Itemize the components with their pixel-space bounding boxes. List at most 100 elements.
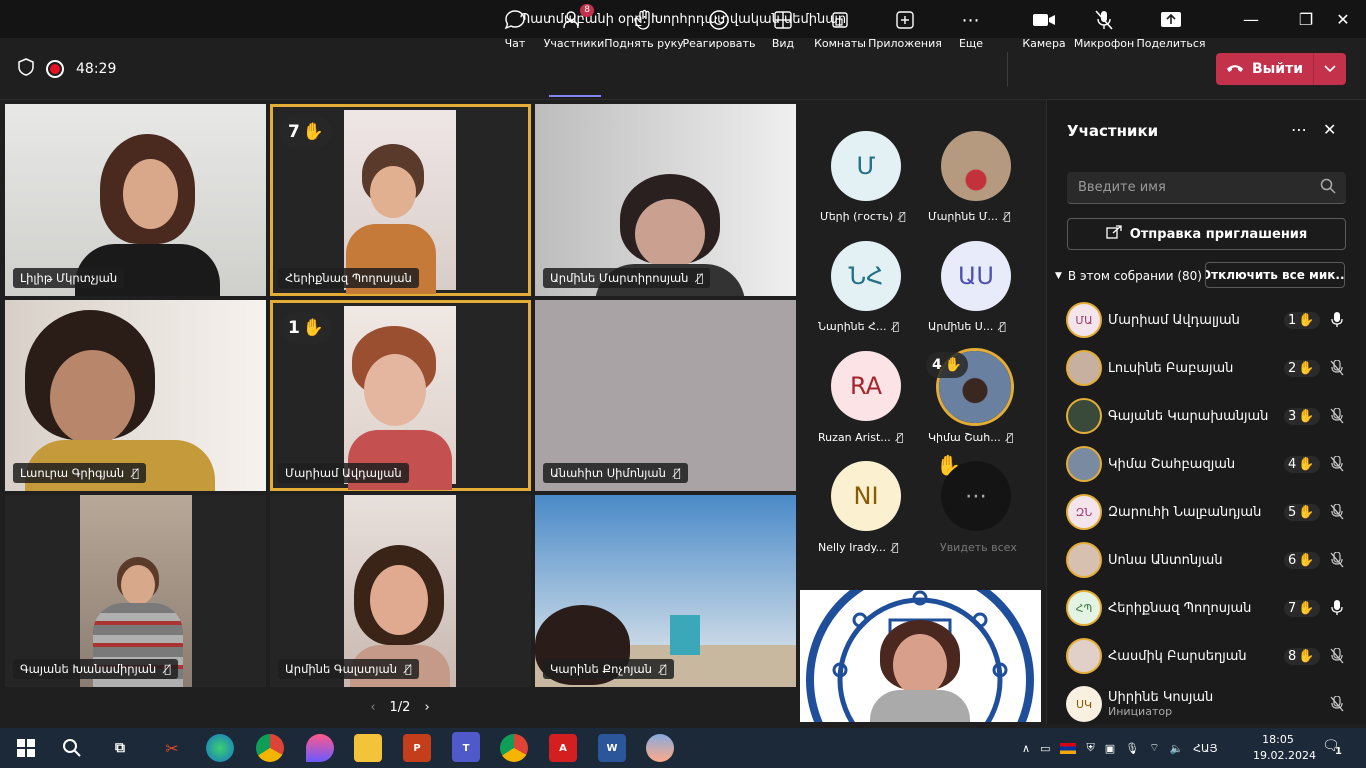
- video-tile[interactable]: Լաուրա Գրիգյան 🎙̸: [5, 300, 266, 491]
- paint-palette-icon[interactable]: [646, 734, 674, 762]
- chat-button[interactable]: Чат: [482, 8, 548, 54]
- flag-icon: [1060, 742, 1077, 754]
- share-icon: [1160, 8, 1182, 32]
- video-tile[interactable]: 7 ✋ Հերիքնազ Պողոսյան: [270, 104, 531, 296]
- video-tile[interactable]: Գայանե Խանամիրյան 🎙̸: [5, 495, 266, 687]
- raised-hand-badge: 7 ✋: [280, 116, 333, 148]
- microphone-button[interactable]: Микрофон: [1071, 8, 1137, 54]
- avatar: [1066, 398, 1102, 434]
- raise-hand-button[interactable]: Поднять руку: [604, 8, 684, 54]
- wifi-icon[interactable]: ⌔: [1149, 741, 1159, 755]
- microphone-icon[interactable]: 🎙: [1125, 742, 1139, 755]
- edge-icon[interactable]: [206, 734, 234, 762]
- mic-off-icon: [1330, 696, 1344, 712]
- network-icon[interactable]: ▭: [1040, 742, 1050, 755]
- participants-button[interactable]: 8 Участники: [541, 4, 607, 54]
- language-indicator[interactable]: ՀԱՅ: [1193, 742, 1217, 755]
- windows-taskbar: ⧉ ✂ P T A W ∧ ▭ ⛨ ▣ 🎙 ⌔ 🔈 ՀԱՅ 18:05 19.0…: [0, 728, 1366, 768]
- hand-icon: ✋: [1298, 360, 1315, 376]
- shield-icon[interactable]: ⛨: [1086, 741, 1094, 755]
- mic-off-icon: 🎙̸: [1004, 210, 1011, 223]
- avatar[interactable]: ՆՀ: [831, 241, 901, 311]
- video-tile[interactable]: Արմինե Մարտիրոսյան 🎙̸: [535, 104, 796, 296]
- video-tile[interactable]: Կարինե Քոչոյան 🎙̸: [535, 495, 796, 687]
- powerpoint-icon[interactable]: P: [403, 734, 431, 762]
- file-explorer-icon[interactable]: [354, 734, 382, 762]
- speaker-icon[interactable]: 🔈: [1169, 742, 1183, 755]
- more-options-icon[interactable]: ⋯: [1291, 120, 1307, 139]
- close-icon[interactable]: ✕: [1323, 120, 1336, 139]
- participant-row[interactable]: ԶՆ Զարուհի Նալբանդյան 5 ✋: [1066, 490, 1356, 534]
- participant-row[interactable]: ՀՊ Հերիքնազ Պողոսյան 7 ✋: [1066, 586, 1356, 630]
- participant-row[interactable]: ՍԿ Սիրինե Կոսյան Инициатор: [1066, 682, 1356, 726]
- avatar: ԶՆ: [1066, 494, 1102, 530]
- avatar[interactable]: Մ: [831, 131, 901, 201]
- participant-name: Լուսինե Բաբայան: [1108, 360, 1234, 376]
- participant-name: Հասմիկ Բարսեղյան: [1108, 648, 1247, 664]
- react-button[interactable]: Реагировать: [683, 8, 755, 54]
- chevron-up-icon[interactable]: ∧: [1022, 742, 1030, 755]
- chevron-right-icon[interactable]: ›: [424, 700, 429, 715]
- mic-off-icon: [1330, 456, 1344, 472]
- avatar[interactable]: ԱՍ: [941, 241, 1011, 311]
- task-view-icon[interactable]: ⧉: [106, 734, 134, 762]
- participant-row[interactable]: Հասմիկ Բարսեղյան 8 ✋: [1066, 634, 1356, 678]
- active-tab-indicator: [549, 95, 601, 97]
- share-icon: [1106, 225, 1122, 243]
- phone-hangup-icon: [1226, 61, 1244, 77]
- avatar: ՍԿ: [1066, 686, 1102, 722]
- participant-row[interactable]: ՄԱ Մարիամ Ավդալյան 1 ✋: [1066, 298, 1356, 342]
- mic-off-icon: 🎙̸: [1006, 431, 1014, 444]
- mic-on-icon: [1330, 600, 1344, 616]
- chat-icon: [504, 8, 526, 32]
- search-icon[interactable]: [58, 734, 86, 762]
- chevron-left-icon[interactable]: ‹: [370, 700, 375, 715]
- leave-options-chevron-icon[interactable]: [1314, 65, 1346, 73]
- windows-start-icon[interactable]: [12, 734, 40, 762]
- shield-icon[interactable]: [18, 58, 34, 80]
- chrome-profile-icon[interactable]: [500, 734, 528, 762]
- apps-button[interactable]: Приложения: [868, 8, 942, 54]
- leave-button[interactable]: Выйти: [1216, 53, 1346, 85]
- avatar[interactable]: RA: [831, 351, 901, 421]
- mute-all-button[interactable]: Отключить все мик...: [1205, 262, 1345, 288]
- participant-row[interactable]: Լուսինե Բաբայան 2 ✋: [1066, 346, 1356, 390]
- send-invite-button[interactable]: Отправка приглашения: [1067, 218, 1346, 250]
- mic-off-icon: 🎙̸: [405, 662, 412, 676]
- more-button[interactable]: ⋯ Еще: [938, 8, 1004, 54]
- participant-row[interactable]: Գայանե Կարախանյան 3 ✋: [1066, 394, 1356, 438]
- hand-icon: [634, 8, 654, 32]
- word-icon[interactable]: W: [598, 734, 626, 762]
- hand-icon: ✋: [1298, 504, 1315, 520]
- participant-row[interactable]: Սոնա Անտոնյան 6 ✋: [1066, 538, 1356, 582]
- minimize-button[interactable]: —: [1228, 0, 1274, 38]
- hand-icon: ✋: [1298, 408, 1315, 424]
- mic-off-icon: 🎙̸: [999, 320, 1006, 333]
- rooms-button[interactable]: Комнаты: [807, 8, 873, 54]
- participant-row[interactable]: Կիմա Շահբազյան 4 ✋: [1066, 442, 1356, 486]
- hand-icon: ✋: [1298, 648, 1315, 664]
- search-input[interactable]: Введите имя: [1067, 172, 1346, 204]
- paint-app-icon[interactable]: ✂: [158, 734, 186, 762]
- drop-app-icon[interactable]: [306, 734, 334, 762]
- camera-button[interactable]: Камера: [1011, 8, 1077, 54]
- teams-tray-icon[interactable]: ▣: [1105, 742, 1115, 755]
- participant-name: Մերի (гость): [820, 210, 894, 223]
- video-tile[interactable]: Արմինե Գալստյան 🎙̸: [270, 495, 531, 687]
- teams-icon[interactable]: T: [452, 734, 480, 762]
- acrobat-icon[interactable]: A: [549, 734, 577, 762]
- hand-icon: ✋: [302, 122, 325, 142]
- video-tile[interactable]: Լիլիթ Մկրտչյան: [5, 104, 266, 296]
- participants-badge: 8: [580, 4, 594, 17]
- share-button[interactable]: Поделиться: [1136, 8, 1206, 54]
- raised-hand-badge: 1 ✋: [1284, 311, 1320, 329]
- avatar[interactable]: NI: [831, 461, 901, 531]
- video-tile[interactable]: 1 ✋ Մարիամ Ավդալյան: [270, 300, 531, 491]
- see-all-button[interactable]: ⋯: [941, 461, 1011, 531]
- clock[interactable]: 18:05 19.02.2024: [1253, 732, 1316, 764]
- self-video-tile[interactable]: [800, 590, 1041, 722]
- close-window-button[interactable]: ✕: [1320, 0, 1366, 38]
- avatar[interactable]: [941, 131, 1011, 201]
- video-tile[interactable]: Անահիտ Սիմոնյան 🎙̸: [535, 300, 796, 491]
- chrome-icon[interactable]: [256, 734, 284, 762]
